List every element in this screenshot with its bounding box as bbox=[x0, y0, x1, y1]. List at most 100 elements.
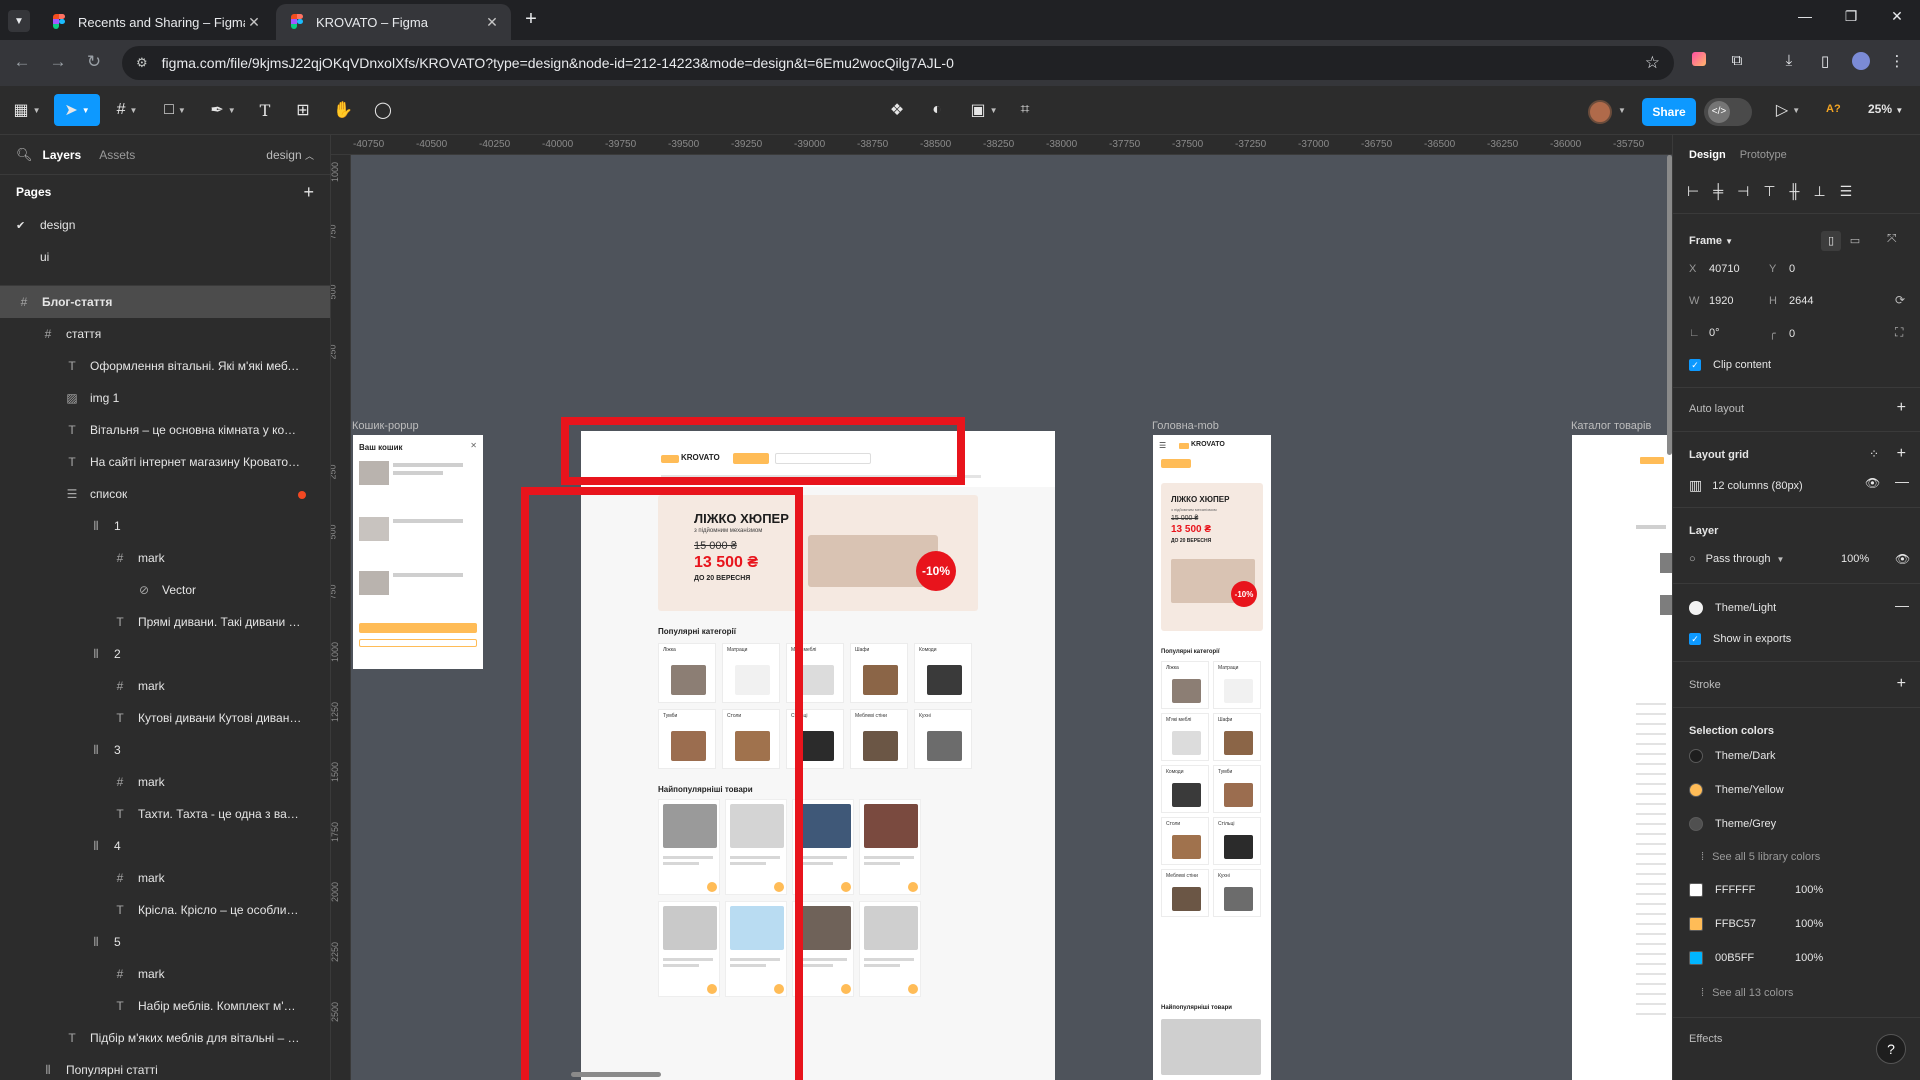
browser-tab-krovato[interactable]: KROVATO – Figma ✕ bbox=[276, 4, 511, 40]
align-middle-v-icon[interactable]: ╫ bbox=[1790, 183, 1800, 200]
close-tab-icon[interactable]: ✕ bbox=[245, 14, 263, 31]
tab-prototype[interactable]: Prototype bbox=[1740, 149, 1787, 161]
frame-label-catalog[interactable]: Каталог товарів bbox=[1571, 420, 1651, 432]
align-top-icon[interactable]: ⊤ bbox=[1763, 183, 1775, 200]
mask-icon[interactable]: ◐ bbox=[924, 94, 950, 126]
eye-icon[interactable]: 👁︎ bbox=[1895, 552, 1910, 566]
comment-tool-icon[interactable]: ◯ bbox=[370, 94, 396, 126]
home-mobile-frame[interactable]: ☰ KROVATO ЛІЖКО ХЮПЕР з підйомним механі… bbox=[1153, 435, 1271, 1080]
resources-tool-icon[interactable]: ⊞ bbox=[290, 94, 316, 126]
align-center-h-icon[interactable]: ╪ bbox=[1713, 183, 1723, 200]
height-field[interactable]: H 2644 bbox=[1769, 295, 1813, 307]
layer-row[interactable]: T Крісла. Крісло – це особливий п... bbox=[0, 894, 330, 926]
corner-radius-field[interactable]: ╭ 0 bbox=[1769, 327, 1795, 341]
layer-row[interactable]: ⫴ Популярні статті bbox=[0, 1054, 330, 1080]
profile-avatar[interactable] bbox=[1850, 52, 1872, 74]
hand-tool-icon[interactable]: ✋ bbox=[330, 94, 356, 126]
width-field[interactable]: W 1920 bbox=[1689, 295, 1733, 307]
layer-row[interactable]: T Кутові дивани Кутові дивани вва... bbox=[0, 702, 330, 734]
layer-row[interactable]: T Прямі дивани. Такі дивани вваж... bbox=[0, 606, 330, 638]
portrait-icon[interactable]: ▯ bbox=[1821, 231, 1841, 251]
layer-row[interactable]: ⊘ Vector bbox=[0, 574, 330, 606]
see-library-colors-link[interactable]: ⁞ See all 5 library colors bbox=[1701, 851, 1820, 863]
minimize-icon[interactable]: — bbox=[1782, 8, 1828, 24]
forward-icon[interactable]: → bbox=[46, 52, 70, 72]
rotation-field[interactable]: ∟ 0° bbox=[1689, 327, 1720, 339]
shape-tool-icon[interactable]: □ ▼ bbox=[156, 94, 194, 126]
align-bottom-icon[interactable]: ⊥ bbox=[1813, 183, 1825, 200]
library-color-row[interactable]: Theme/Dark bbox=[1689, 749, 1776, 763]
frame-label-mobile[interactable]: Головна-mob bbox=[1152, 420, 1219, 432]
close-tab-icon[interactable]: ✕ bbox=[483, 14, 501, 31]
show-in-exports-checkbox[interactable]: ✓ Show in exports bbox=[1689, 633, 1791, 645]
tab-assets[interactable]: Assets bbox=[99, 148, 135, 162]
align-right-icon[interactable]: ⊣ bbox=[1737, 183, 1749, 200]
layer-row[interactable]: ☰ список bbox=[0, 478, 330, 510]
theme-style-row[interactable]: Theme/Light bbox=[1689, 601, 1776, 615]
layer-row[interactable]: ▨ img 1 bbox=[0, 382, 330, 414]
horizontal-scrollbar[interactable] bbox=[571, 1072, 661, 1077]
frame-section-title[interactable]: Frame ▼ bbox=[1689, 235, 1733, 247]
ai-assistant-label[interactable]: A? bbox=[1826, 103, 1841, 115]
grid-styles-icon[interactable]: ⁘ bbox=[1869, 447, 1879, 461]
layer-row[interactable]: # mark bbox=[0, 862, 330, 894]
blend-mode-select[interactable]: ○ Pass through ▼ bbox=[1689, 553, 1784, 565]
text-tool-icon[interactable]: T bbox=[252, 94, 278, 126]
columns-grid-icon[interactable]: ▥ bbox=[1689, 477, 1702, 494]
hex-color-row[interactable]: 00B5FF 100% bbox=[1689, 951, 1823, 965]
add-layout-grid-icon[interactable]: + bbox=[1897, 445, 1906, 463]
remove-grid-icon[interactable]: — bbox=[1895, 473, 1909, 489]
see-all-colors-link[interactable]: ⁞ See all 13 colors bbox=[1701, 987, 1793, 999]
tab-design[interactable]: Design bbox=[1689, 149, 1726, 161]
layer-row[interactable]: # mark bbox=[0, 766, 330, 798]
layer-row[interactable]: ⫴ 4 bbox=[0, 830, 330, 862]
reload-icon[interactable]: ↻ bbox=[82, 52, 106, 72]
tab-layers[interactable]: Layers bbox=[43, 148, 82, 162]
extensions-puzzle-icon[interactable]: ⧉ bbox=[1726, 52, 1748, 74]
page-item-design[interactable]: ✔ design bbox=[0, 209, 330, 241]
layer-row[interactable]: ⫴ 3 bbox=[0, 734, 330, 766]
share-button[interactable]: Share bbox=[1642, 98, 1696, 126]
align-left-icon[interactable]: ⊢ bbox=[1687, 183, 1699, 200]
x-field[interactable]: X 40710 bbox=[1689, 263, 1740, 275]
add-stroke-icon[interactable]: + bbox=[1897, 675, 1906, 693]
component-icon[interactable]: ❖ bbox=[884, 94, 910, 126]
tab-search-button[interactable]: ▼ bbox=[8, 10, 30, 32]
layer-row[interactable]: # Блог-стаття bbox=[0, 286, 330, 318]
independent-corners-icon[interactable]: ⛶ bbox=[1895, 325, 1903, 340]
layer-row[interactable]: ⫴ 1 bbox=[0, 510, 330, 542]
main-menu-icon[interactable]: ▦ ▼ bbox=[10, 94, 44, 126]
eye-icon[interactable]: 👁︎ bbox=[1865, 476, 1880, 490]
bookmark-star-icon[interactable]: ☆ bbox=[1645, 53, 1660, 73]
search-icon[interactable]: 🔍︎ bbox=[16, 147, 33, 163]
landscape-icon[interactable]: ▭ bbox=[1845, 231, 1865, 251]
layout-grid-item[interactable]: ▥ 12 columns (80px) bbox=[1689, 477, 1803, 494]
library-color-row[interactable]: Theme/Yellow bbox=[1689, 783, 1784, 797]
distribute-icon[interactable]: ☰ bbox=[1840, 183, 1853, 200]
side-panel-icon[interactable]: ▯ bbox=[1814, 52, 1836, 74]
browser-menu-icon[interactable]: ⋮ bbox=[1886, 52, 1908, 74]
layer-row[interactable]: T На сайті інтернет магазину Кровато пред… bbox=[0, 446, 330, 478]
y-field[interactable]: Y0 bbox=[1769, 263, 1795, 275]
download-icon[interactable]: ⤓ bbox=[1778, 52, 1800, 74]
layer-row[interactable]: # mark bbox=[0, 958, 330, 990]
opacity-field[interactable]: 100% bbox=[1841, 553, 1869, 565]
layer-row[interactable]: T Тахти. Тахта - це одна з варіаці... bbox=[0, 798, 330, 830]
add-auto-layout-icon[interactable]: + bbox=[1897, 399, 1906, 417]
move-tool-icon[interactable]: ➤ ▼ bbox=[54, 94, 100, 126]
frame-label-cart-popup[interactable]: Кошик-popup bbox=[352, 420, 419, 432]
layer-row[interactable]: T Вітальня – це основна кімната у кожному… bbox=[0, 414, 330, 446]
browser-tab-recents[interactable]: Recents and Sharing – Figma ✕ bbox=[38, 4, 273, 40]
chevron-down-icon[interactable]: ▼ bbox=[1614, 94, 1626, 126]
clip-content-checkbox[interactable]: ✓ Clip content bbox=[1689, 359, 1771, 371]
crop-icon[interactable]: ⌗ bbox=[1012, 94, 1038, 126]
new-tab-icon[interactable]: + bbox=[520, 9, 542, 31]
zoom-menu[interactable]: 25% ▼ bbox=[1868, 102, 1903, 116]
extension-color-icon[interactable] bbox=[1688, 52, 1710, 74]
restore-icon[interactable]: ❐ bbox=[1828, 8, 1874, 25]
library-color-row[interactable]: Theme/Grey bbox=[1689, 817, 1776, 831]
layer-row[interactable]: ⫴ 5 bbox=[0, 926, 330, 958]
close-window-icon[interactable]: ✕ bbox=[1874, 8, 1920, 25]
site-info-icon[interactable]: ⚙ bbox=[136, 55, 148, 71]
layer-row[interactable]: T Підбір м'яких меблів для вітальні – це … bbox=[0, 1022, 330, 1054]
